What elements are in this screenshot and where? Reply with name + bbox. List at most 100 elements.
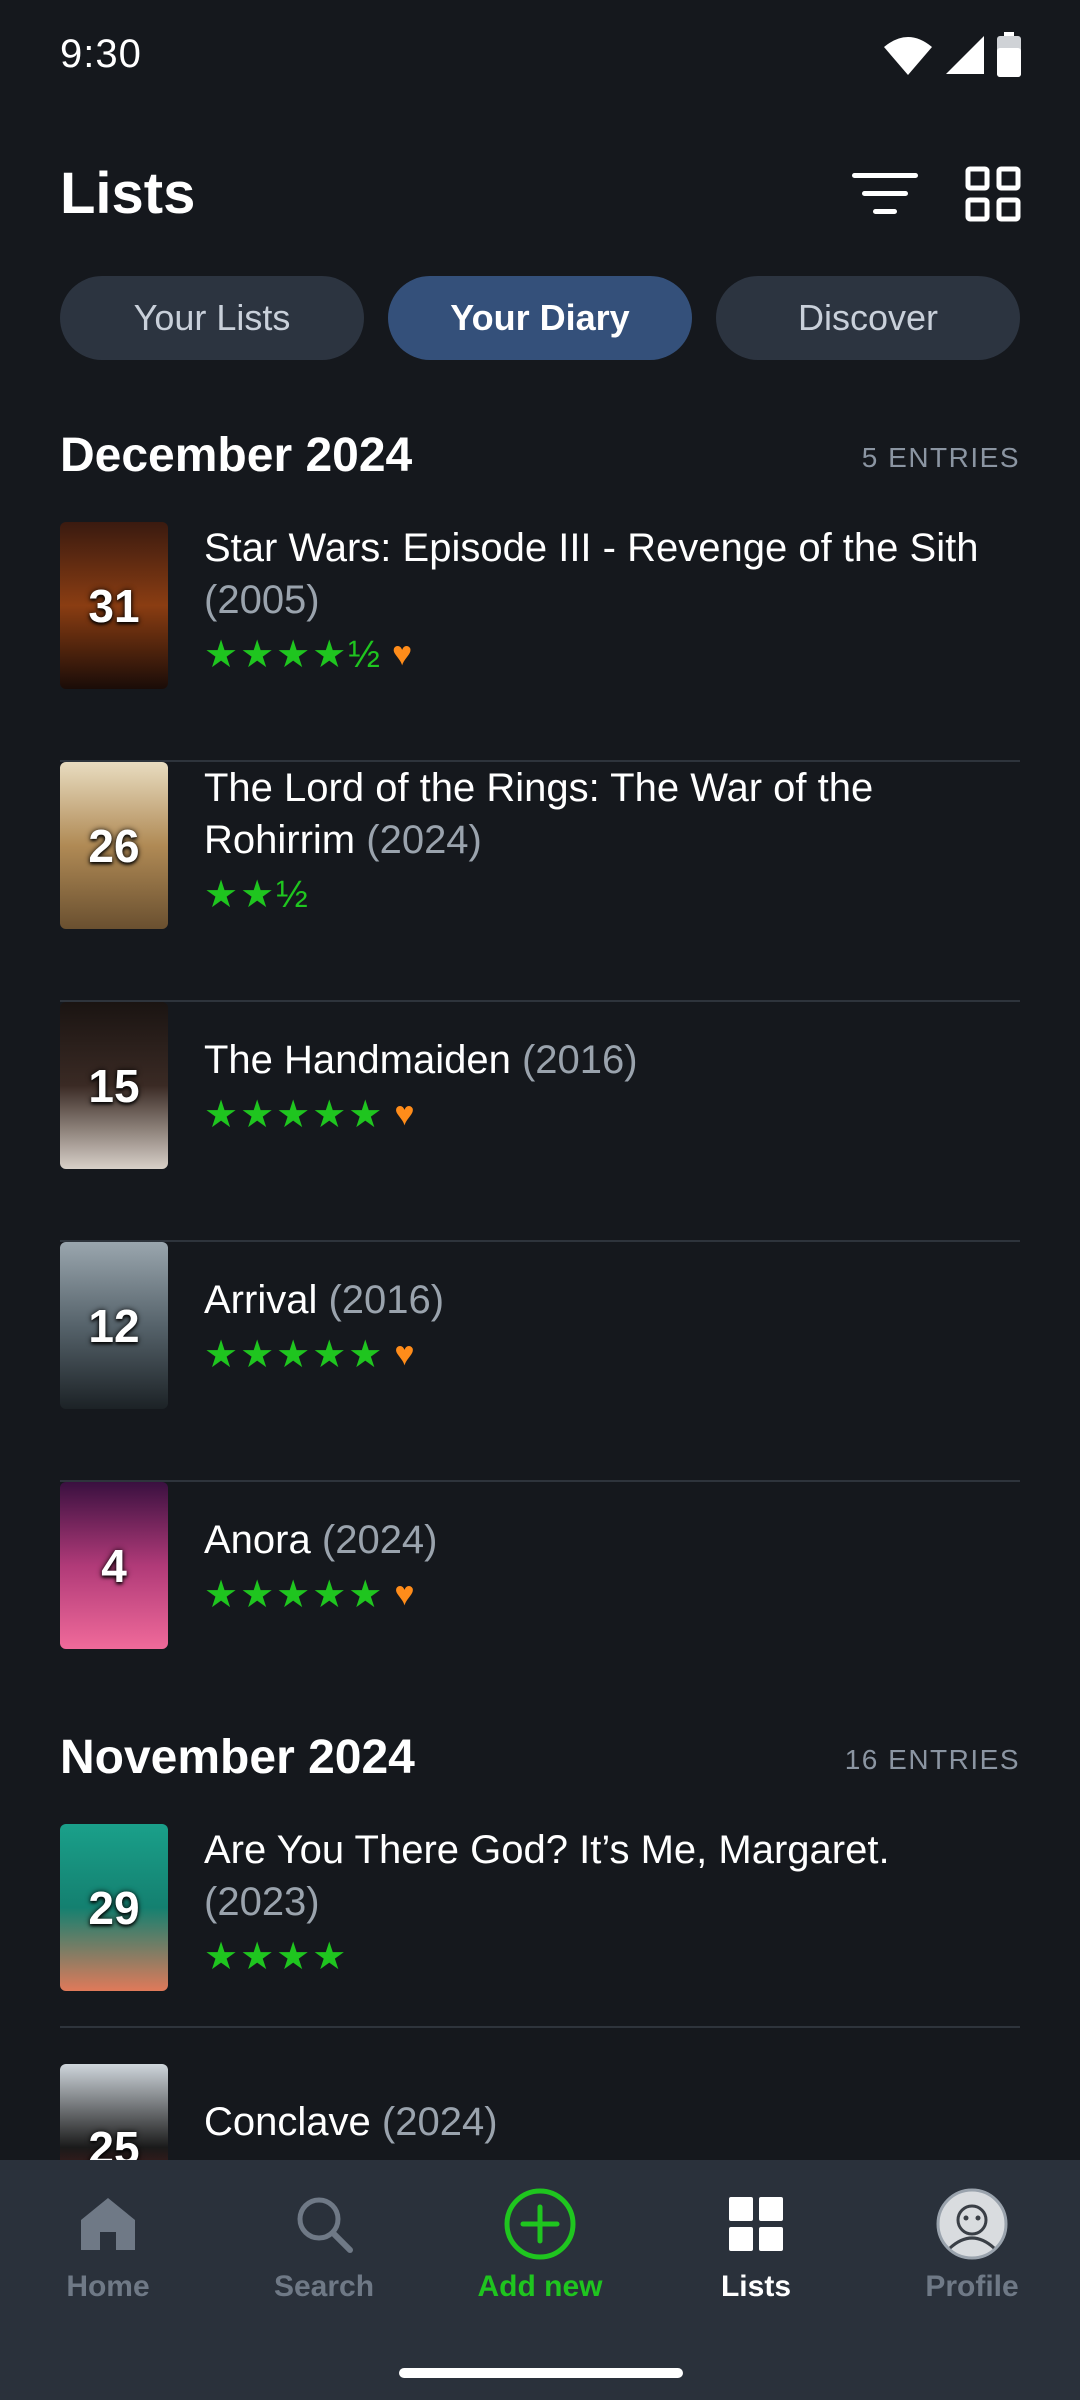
rating: ★★★★½ ♥ <box>204 632 1004 676</box>
film-info: Star Wars: Episode III - Revenge of the … <box>204 522 1004 676</box>
rating: ★★★★★ ♥ <box>204 1572 1004 1616</box>
diary-entry[interactable]: 29 Are You There God? It’s Me, Margaret.… <box>60 1824 1020 2028</box>
month-header-december: December 2024 5 ENTRIES <box>60 428 1020 488</box>
rating: ★★★★ <box>204 1934 1004 1978</box>
star-rating: ★★½ <box>204 873 310 916</box>
grid-view-button[interactable] <box>958 164 1028 224</box>
rating: ★★★★★ ♥ <box>204 1092 1004 1136</box>
film-info: The Lord of the Rings: The War of the Ro… <box>204 762 1004 916</box>
cell-signal-icon <box>946 36 984 74</box>
film-name: Are You There God? It’s Me, Margaret. <box>204 1828 890 1872</box>
search-icon <box>297 2197 353 2253</box>
film-info: Conclave (2024) <box>204 2096 1004 2148</box>
film-year: (2023) <box>204 1880 320 1924</box>
nav-label: Search <box>273 2270 375 2303</box>
diary-day: 29 <box>88 1881 140 1934</box>
film-name: Star Wars: Episode III - Revenge of the … <box>204 526 979 570</box>
film-info: Are You There God? It’s Me, Margaret. (2… <box>204 1824 1004 1978</box>
star-rating: ★★★★★ <box>204 1573 385 1616</box>
film-poster[interactable]: 25 <box>60 2064 168 2160</box>
film-year: (2024) <box>366 818 482 862</box>
lists-grid-icon <box>729 2197 783 2251</box>
film-title: Anora (2024) <box>204 1514 1004 1566</box>
list-tabs: Your Lists Your Diary Discover <box>60 276 1020 360</box>
diary-day: 31 <box>88 579 140 632</box>
tab-your-diary[interactable]: Your Diary <box>388 276 692 360</box>
diary-entry[interactable]: 26 The Lord of the Rings: The War of the… <box>60 762 1020 1002</box>
nav-search[interactable]: Search <box>216 2186 432 2326</box>
diary-entry[interactable]: 15 The Handmaiden (2016) ★★★★★ ♥ <box>60 1002 1020 1242</box>
diary-day: 12 <box>88 1299 140 1352</box>
nav-home[interactable]: Home <box>0 2186 216 2326</box>
star-rating: ★★★★ <box>204 1935 349 1978</box>
film-name: Anora <box>204 1518 311 1562</box>
rating: ★★★★★ ♥ <box>204 1332 1004 1376</box>
film-year: (2016) <box>328 1278 445 1322</box>
wifi-icon <box>884 37 932 75</box>
diary-day: 4 <box>101 1539 127 1592</box>
film-name: Conclave <box>204 2100 371 2144</box>
film-title: The Lord of the Rings: The War of the Ro… <box>204 762 1004 866</box>
divider <box>60 2026 1020 2028</box>
film-title: Conclave (2024) <box>204 2096 1004 2148</box>
film-title: Star Wars: Episode III - Revenge of the … <box>204 522 1004 626</box>
diary-day: 26 <box>88 819 140 872</box>
film-poster[interactable]: 15 <box>60 1002 168 1169</box>
month-title: November 2024 <box>60 1731 415 1784</box>
tab-your-lists[interactable]: Your Lists <box>60 276 364 360</box>
film-poster[interactable]: 31 <box>60 522 168 689</box>
nav-lists[interactable]: Lists <box>648 2186 864 2326</box>
film-year: (2005) <box>204 578 320 622</box>
film-title: Are You There God? It’s Me, Margaret. (2… <box>204 1824 1004 1928</box>
film-poster[interactable]: 4 <box>60 1482 168 1649</box>
diary-entry[interactable]: 4 Anora (2024) ★★★★★ ♥ <box>60 1482 1020 1722</box>
home-indicator <box>399 2368 683 2378</box>
liked-heart-icon: ♥ <box>394 1334 415 1373</box>
filter-button[interactable] <box>850 164 920 224</box>
bottom-navigation: Home Search Add new Lists Profile <box>0 2160 1080 2400</box>
status-time: 9:30 <box>60 32 142 76</box>
star-rating: ★★★★½ <box>204 633 382 676</box>
film-title: The Handmaiden (2016) <box>204 1034 1004 1086</box>
nav-label: Home <box>66 2270 150 2303</box>
film-info: Arrival (2016) ★★★★★ ♥ <box>204 1274 1004 1376</box>
film-year: (2024) <box>321 1518 438 1562</box>
film-title: Arrival (2016) <box>204 1274 1004 1326</box>
avatar-icon <box>936 2188 1008 2260</box>
film-name: The Lord of the Rings: The War of the Ro… <box>204 766 874 862</box>
month-header-november: November 2024 16 ENTRIES <box>60 1730 1020 1790</box>
rating: ★★½ <box>204 872 1004 916</box>
diary-entry[interactable]: 12 Arrival (2016) ★★★★★ ♥ <box>60 1242 1020 1482</box>
filter-icon <box>852 173 918 214</box>
film-info: The Handmaiden (2016) ★★★★★ ♥ <box>204 1034 1004 1136</box>
star-rating: ★★★★★ <box>204 1333 385 1376</box>
nav-label: Profile <box>925 2270 1019 2303</box>
nav-label: Lists <box>720 2270 792 2303</box>
nav-label: Add new <box>477 2270 603 2303</box>
film-poster[interactable]: 12 <box>60 1242 168 1409</box>
diary-entry[interactable]: 31 Star Wars: Episode III - Revenge of t… <box>60 522 1020 762</box>
nav-profile[interactable]: Profile <box>864 2186 1080 2326</box>
film-name: The Handmaiden <box>204 1038 511 1082</box>
battery-icon <box>997 32 1021 77</box>
liked-heart-icon: ♥ <box>391 634 413 673</box>
status-icons <box>882 32 1022 78</box>
diary-entry[interactable]: 25 Conclave (2024) <box>60 2064 1020 2160</box>
film-poster[interactable]: 26 <box>60 762 168 929</box>
entry-count: 5 ENTRIES <box>861 442 1020 473</box>
film-year: (2016) <box>521 1038 638 1082</box>
status-bar: 9:30 <box>0 0 1080 120</box>
add-circle-icon <box>504 2188 576 2260</box>
liked-heart-icon: ♥ <box>394 1094 415 1133</box>
nav-add-new[interactable]: Add new <box>432 2186 648 2326</box>
diary-day: 25 <box>88 2121 140 2161</box>
grid-view-icon <box>965 166 1021 222</box>
tab-discover[interactable]: Discover <box>716 276 1020 360</box>
liked-heart-icon: ♥ <box>394 1574 415 1613</box>
film-info: Anora (2024) ★★★★★ ♥ <box>204 1514 1004 1616</box>
diary-day: 15 <box>88 1059 140 1112</box>
month-title: December 2024 <box>60 429 413 482</box>
app-header: Lists <box>0 150 1080 240</box>
film-poster[interactable]: 29 <box>60 1824 168 1991</box>
entry-count: 16 ENTRIES <box>844 1744 1020 1775</box>
